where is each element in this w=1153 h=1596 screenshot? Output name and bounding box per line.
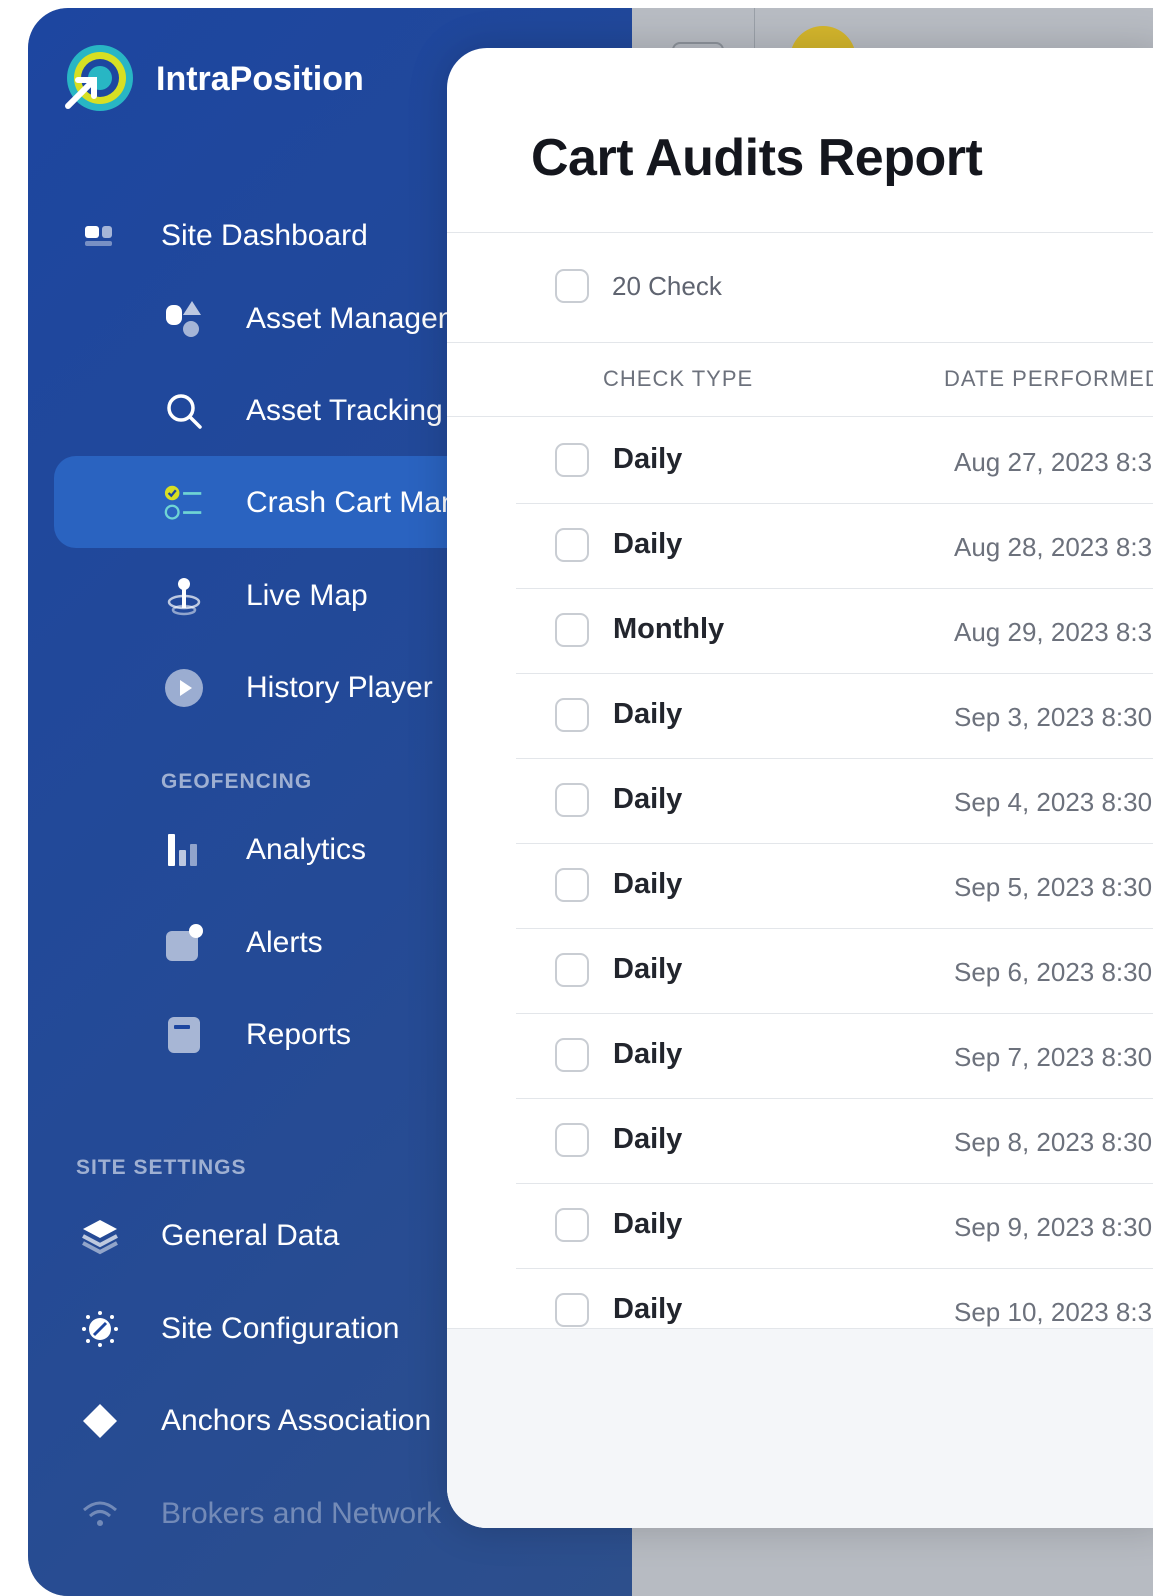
date-performed-cell: Sep 7, 2023 8:30 AM: [954, 1042, 1153, 1072]
play-icon: [164, 668, 204, 708]
table-row[interactable]: Daily Sep 3, 2023 8:30 AM: [516, 673, 1153, 759]
wifi-icon: [80, 1494, 120, 1534]
table-row[interactable]: Daily Sep 6, 2023 8:30 AM: [516, 928, 1153, 1014]
check-type-cell: Daily: [613, 953, 683, 985]
table-row[interactable]: Monthly Aug 29, 2023 8:30 AM: [516, 588, 1153, 674]
sidebar-item-label: Alerts: [246, 926, 323, 959]
select-all-checkbox[interactable]: [555, 269, 589, 303]
sidebar-item-label: Asset Tracking: [246, 394, 443, 427]
row-checkbox[interactable]: [555, 1123, 589, 1157]
date-performed-cell: Sep 3, 2023 8:30 AM: [954, 702, 1153, 732]
check-type-cell: Daily: [613, 698, 683, 730]
sidebar-item-label: Site Configuration: [161, 1312, 400, 1345]
document-icon: [164, 1015, 204, 1055]
date-performed-cell: Sep 8, 2023 8:30 AM: [954, 1127, 1153, 1157]
column-header-check-type[interactable]: CHECK TYPE: [603, 366, 753, 392]
check-type-cell: Daily: [613, 1293, 683, 1325]
date-performed-cell: Sep 6, 2023 8:30 AM: [954, 957, 1153, 987]
date-performed-cell: Aug 28, 2023 8:30 AM: [954, 532, 1153, 562]
sidebar-item-label: Anchors Association: [161, 1404, 432, 1437]
dashboard-icon: [80, 216, 120, 256]
sidebar-item-label: Reports: [246, 1018, 352, 1051]
table-row[interactable]: Daily Aug 27, 2023 8:30 AM: [516, 418, 1153, 504]
check-type-cell: Daily: [613, 1123, 683, 1155]
shapes-icon: [164, 299, 204, 339]
date-performed-cell: Sep 4, 2023 8:30 AM: [954, 787, 1153, 817]
row-checkbox[interactable]: [555, 953, 589, 987]
toolbar-divider: [447, 342, 1153, 343]
row-checkbox[interactable]: [555, 1208, 589, 1242]
sidebar-item-label: Analytics: [246, 833, 367, 866]
row-checkbox[interactable]: [555, 443, 589, 477]
cart-audits-report-modal: Cart Audits Report 20 Check CHECK TYPE D…: [447, 48, 1153, 1528]
title-divider: [447, 232, 1153, 233]
check-type-cell: Daily: [613, 443, 683, 475]
row-checkbox[interactable]: [555, 783, 589, 817]
search-icon: [164, 391, 204, 431]
section-label-site-settings: SITE SETTINGS: [76, 1156, 247, 1179]
check-type-cell: Daily: [613, 783, 683, 815]
sidebar-item-label: History Player: [246, 671, 433, 704]
header-divider: [447, 416, 1153, 417]
table-row[interactable]: Daily Sep 4, 2023 8:30 AM: [516, 758, 1153, 844]
gear-icon: [80, 1309, 120, 1349]
sidebar-item-label: General Data: [161, 1219, 340, 1252]
sidebar-item-label: Site Dashboard: [161, 219, 368, 252]
row-checkbox[interactable]: [555, 528, 589, 562]
sidebar-item-label: Live Map: [246, 579, 368, 612]
modal-footer: [447, 1328, 1153, 1528]
table-row[interactable]: Daily Sep 5, 2023 8:30 AM: [516, 843, 1153, 929]
date-performed-cell: Sep 9, 2023 8:30 AM: [954, 1212, 1153, 1242]
check-type-cell: Daily: [613, 868, 683, 900]
table-row[interactable]: Daily Sep 7, 2023 8:30 AM: [516, 1013, 1153, 1099]
date-performed-cell: Aug 29, 2023 8:30 AM: [954, 617, 1153, 647]
row-checkbox[interactable]: [555, 868, 589, 902]
notification-icon: [164, 923, 204, 963]
row-checkbox[interactable]: [555, 613, 589, 647]
row-checkbox[interactable]: [555, 1293, 589, 1327]
table-row[interactable]: Daily Sep 8, 2023 8:30 AM: [516, 1098, 1153, 1184]
layers-icon: [80, 1216, 120, 1256]
modal-title: Cart Audits Report: [531, 129, 983, 187]
section-label-geofencing: GEOFENCING: [161, 770, 313, 793]
table-row[interactable]: Daily Sep 9, 2023 8:30 AM: [516, 1183, 1153, 1269]
sidebar-item-label: Brokers and Network: [161, 1497, 442, 1530]
row-checkbox[interactable]: [555, 698, 589, 732]
row-checkbox[interactable]: [555, 1038, 589, 1072]
check-type-cell: Daily: [613, 1038, 683, 1070]
check-type-cell: Monthly: [613, 613, 725, 645]
check-type-cell: Daily: [613, 1208, 683, 1240]
column-header-date-performed[interactable]: DATE PERFORMED: [944, 366, 1153, 392]
bar-chart-icon: [164, 830, 204, 870]
checklist-icon: [164, 483, 204, 523]
date-performed-cell: Aug 27, 2023 8:30 AM: [954, 447, 1153, 477]
date-performed-cell: Sep 5, 2023 8:30 AM: [954, 872, 1153, 902]
selection-count: 20 Check: [612, 271, 722, 301]
brand-name: IntraPosition: [156, 60, 364, 98]
diamond-icon: [80, 1401, 120, 1441]
intraposition-logo: [65, 45, 133, 111]
date-performed-cell: Sep 10, 2023 8:30 AM: [954, 1297, 1153, 1327]
table-row[interactable]: Daily Aug 28, 2023 8:30 AM: [516, 503, 1153, 589]
map-pin-icon: [164, 576, 204, 616]
check-type-cell: Daily: [613, 528, 683, 560]
